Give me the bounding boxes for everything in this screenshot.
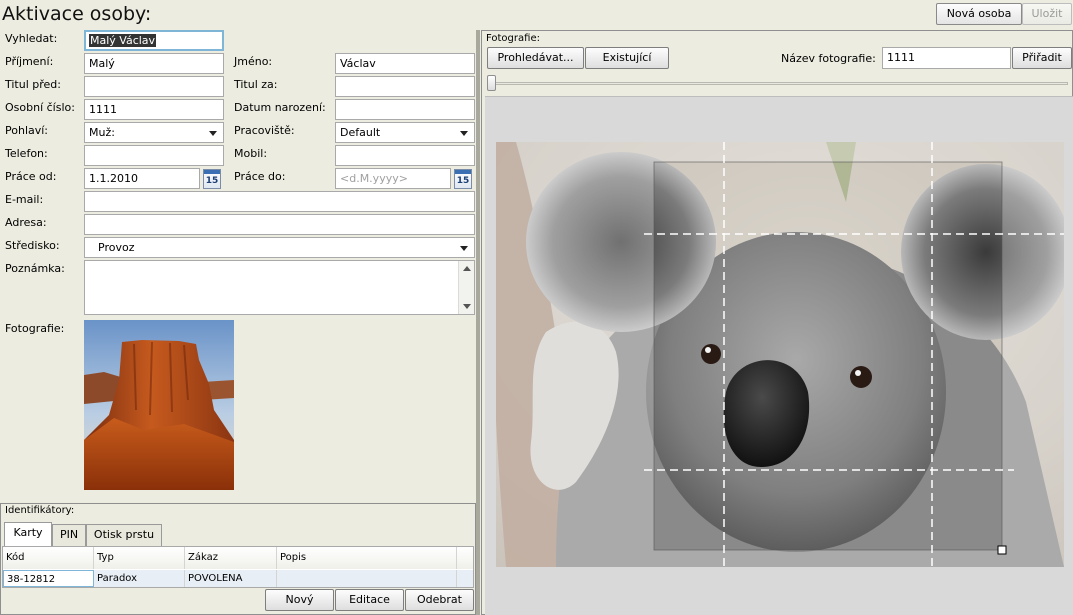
search-label: Vyhledat: bbox=[5, 32, 58, 45]
note-textarea[interactable] bbox=[84, 260, 475, 315]
gender-select[interactable]: Muž: bbox=[84, 122, 224, 143]
calendar-icon[interactable]: 15 bbox=[454, 169, 472, 189]
panel-splitter[interactable] bbox=[476, 30, 480, 615]
tab-pin[interactable]: PIN bbox=[52, 524, 86, 546]
table-row[interactable]: 38-12812 Paradox POVOLENA bbox=[3, 570, 473, 587]
column-header-description[interactable]: Popis bbox=[277, 547, 457, 569]
chevron-down-icon bbox=[209, 131, 217, 136]
gender-select-value: Muž: bbox=[89, 126, 115, 139]
center-select[interactable]: Provoz bbox=[84, 237, 475, 258]
existing-button[interactable]: Existující bbox=[585, 47, 669, 69]
address-input[interactable] bbox=[84, 214, 475, 235]
calendar-icon[interactable]: 15 bbox=[203, 169, 221, 189]
calendar-icon-text: 15 bbox=[456, 176, 470, 186]
column-header-filler bbox=[457, 547, 473, 569]
search-input[interactable]: Malý Václav bbox=[84, 30, 224, 51]
work-to-input[interactable]: <d.M.yyyy> bbox=[335, 168, 451, 189]
new-person-button[interactable]: Nová osoba bbox=[936, 3, 1022, 25]
mobile-label: Mobil: bbox=[234, 147, 268, 160]
identifiers-table: Kód Typ Zákaz Popis 38-12812 Paradox POV… bbox=[2, 546, 474, 588]
chevron-down-icon bbox=[460, 246, 468, 251]
photo-name-label: Název fotografie: bbox=[781, 52, 876, 65]
remove-identifier-button[interactable]: Odebrat bbox=[405, 589, 474, 611]
work-from-label: Práce od: bbox=[5, 170, 57, 183]
birth-date-input[interactable] bbox=[335, 99, 475, 120]
phone-input[interactable] bbox=[84, 145, 224, 166]
mobile-input[interactable] bbox=[335, 145, 475, 166]
column-header-ban[interactable]: Zákaz bbox=[185, 547, 277, 569]
cell-code[interactable]: 38-12812 bbox=[3, 570, 94, 587]
save-button[interactable]: Uložit bbox=[1022, 3, 1072, 25]
calendar-icon-text: 15 bbox=[205, 176, 219, 186]
note-label: Poznámka: bbox=[5, 262, 65, 275]
center-label: Středisko: bbox=[5, 239, 60, 252]
koala-photo bbox=[496, 142, 1064, 567]
tab-fingerprint[interactable]: Otisk prstu bbox=[86, 524, 162, 546]
birth-date-label: Datum narození: bbox=[234, 101, 326, 114]
email-label: E-mail: bbox=[5, 193, 44, 206]
tab-cards[interactable]: Karty bbox=[4, 522, 52, 546]
email-input[interactable] bbox=[84, 191, 475, 212]
title-before-input[interactable] bbox=[84, 76, 224, 97]
assign-button[interactable]: Přiřadit bbox=[1012, 47, 1072, 69]
workplace-label: Pracoviště: bbox=[234, 124, 295, 137]
person-photo-thumbnail bbox=[84, 320, 234, 490]
edit-identifier-button[interactable]: Editace bbox=[335, 589, 404, 611]
center-select-value: Provoz bbox=[98, 241, 135, 254]
chevron-down-icon bbox=[460, 131, 468, 136]
title-before-label: Titul před: bbox=[5, 78, 61, 91]
personal-number-input[interactable]: 1111 bbox=[84, 99, 224, 120]
gender-label: Pohlaví: bbox=[5, 124, 49, 137]
address-label: Adresa: bbox=[5, 216, 47, 229]
workplace-select-value: Default bbox=[340, 126, 381, 139]
phone-label: Telefon: bbox=[5, 147, 48, 160]
work-from-input[interactable]: 1.1.2010 bbox=[84, 168, 200, 189]
title-after-input[interactable] bbox=[335, 76, 475, 97]
scroll-up-icon[interactable] bbox=[463, 266, 471, 271]
zoom-slider-thumb[interactable] bbox=[487, 75, 496, 91]
cell-type[interactable]: Paradox bbox=[94, 570, 185, 587]
identifiers-title: Identifikátory: bbox=[5, 505, 75, 516]
scroll-down-icon[interactable] bbox=[463, 304, 471, 309]
identifiers-panel: Identifikátory: Karty PIN Otisk prstu Kó… bbox=[0, 503, 476, 615]
photo-name-input[interactable]: 1111 bbox=[882, 47, 1011, 69]
new-identifier-button[interactable]: Nový bbox=[265, 589, 334, 611]
photo-label: Fotografie: bbox=[5, 322, 65, 335]
surname-input[interactable]: Malý bbox=[84, 53, 224, 74]
title-after-label: Titul za: bbox=[234, 78, 278, 91]
cell-description[interactable] bbox=[277, 570, 457, 587]
surname-label: Příjmení: bbox=[5, 55, 54, 68]
workplace-select[interactable]: Default bbox=[335, 122, 475, 143]
work-to-label: Práce do: bbox=[234, 170, 286, 183]
page-title: Aktivace osoby: bbox=[2, 3, 152, 25]
firstname-label: Jméno: bbox=[234, 55, 273, 68]
search-input-value: Malý Václav bbox=[89, 34, 157, 47]
cell-ban[interactable]: POVOLENA bbox=[185, 570, 277, 587]
zoom-slider-track[interactable] bbox=[488, 82, 1068, 85]
firstname-input[interactable]: Václav bbox=[335, 53, 475, 74]
browse-button[interactable]: Prohledávat... bbox=[487, 47, 584, 69]
note-scrollbar[interactable] bbox=[458, 261, 474, 314]
personal-number-label: Osobní číslo: bbox=[5, 101, 75, 114]
column-header-code[interactable]: Kód bbox=[3, 547, 94, 569]
photo-panel-title: Fotografie: bbox=[486, 33, 540, 44]
crop-resize-handle[interactable] bbox=[998, 546, 1008, 556]
column-header-type[interactable]: Typ bbox=[94, 547, 185, 569]
